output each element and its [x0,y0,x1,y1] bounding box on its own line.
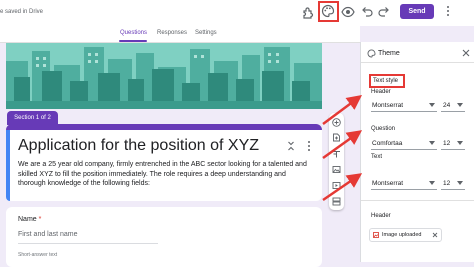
header-size-value: 24 [443,102,451,109]
active-tab-indicator [119,40,147,42]
divider [361,62,474,63]
question-style-label: Question [371,126,396,132]
question-card[interactable]: Name * First and last name Short-answer … [6,207,322,267]
remove-image-icon[interactable] [432,232,438,238]
floating-toolbar [329,113,344,210]
close-icon[interactable] [462,49,470,57]
question-font-select[interactable]: Comfortaa [371,137,437,150]
form-title-card[interactable]: Application for the position of XYZ We a… [6,124,322,201]
top-bar: e saved in Drive Send [0,0,474,26]
header-style-label: Header [371,89,391,95]
required-mark: * [38,216,42,223]
palette-icon[interactable] [321,4,335,18]
more-options-icon[interactable] [307,141,311,153]
image-uploaded-chip[interactable]: Image uploaded [369,228,442,242]
header-size-select[interactable]: 24 [441,99,465,112]
tab-settings[interactable]: Settings [195,30,217,36]
chevron-down-icon [457,141,463,145]
divider [361,200,474,201]
question-title: Name * [18,216,41,223]
text-style-heading: Text style [369,74,405,88]
chevron-down-icon [429,103,435,107]
text-font-value: Montserrat [372,180,404,187]
text-size-value: 12 [443,180,451,187]
add-video-icon[interactable] [332,181,341,190]
save-status: e saved in Drive [0,9,44,15]
question-placeholder: First and last name [18,231,78,238]
chevron-down-icon [457,181,463,185]
add-title-icon[interactable] [332,150,341,159]
image-uploaded-label: Image uploaded [382,232,422,238]
city-skyline-illustration [6,43,322,109]
header-image [6,43,322,109]
theme-panel: Theme Text style Header Montserrat 24 Qu… [360,42,474,262]
redo-icon[interactable] [377,5,391,19]
chevron-down-icon [457,103,463,107]
active-card-indicator [6,130,10,201]
header-font-select[interactable]: Montserrat [371,99,437,112]
question-label: Name [18,216,37,223]
answer-underline [18,243,158,244]
more-icon[interactable] [446,6,450,18]
answer-type-hint: Short-answer text [18,252,58,258]
palette-icon [367,49,376,58]
addon-icon[interactable] [301,5,315,19]
text-size-select[interactable]: 12 [441,177,465,190]
form-title[interactable]: Application for the position of XYZ [18,137,259,155]
chevron-down-icon [429,181,435,185]
add-question-icon[interactable] [332,118,341,127]
undo-icon[interactable] [360,5,374,19]
tab-questions[interactable]: Questions [120,30,147,36]
section-label: Section 1 of 2 [7,111,58,125]
header-image-label: Header [371,213,391,219]
image-icon [373,232,379,238]
theme-panel-title: Theme [378,50,400,57]
form-description[interactable]: We are a 25 year old company, firmly ent… [18,160,312,189]
tab-responses[interactable]: Responses [157,30,187,36]
send-button[interactable]: Send [400,4,434,19]
form-tabs: Questions Responses Settings [0,26,360,43]
header-font-value: Montserrat [372,102,404,109]
import-questions-icon[interactable] [332,133,341,142]
text-style-label: Text [371,154,383,160]
question-font-value: Comfortaa [372,140,403,147]
question-size-select[interactable]: 12 [441,137,465,150]
question-size-value: 12 [443,140,451,147]
preview-icon[interactable] [341,5,355,19]
collapse-icon[interactable] [287,141,295,151]
add-section-icon[interactable] [332,197,341,206]
chevron-down-icon [429,141,435,145]
text-font-select[interactable]: Montserrat [371,177,437,190]
add-image-icon[interactable] [332,165,341,174]
theme-panel-header: Theme [361,42,474,62]
